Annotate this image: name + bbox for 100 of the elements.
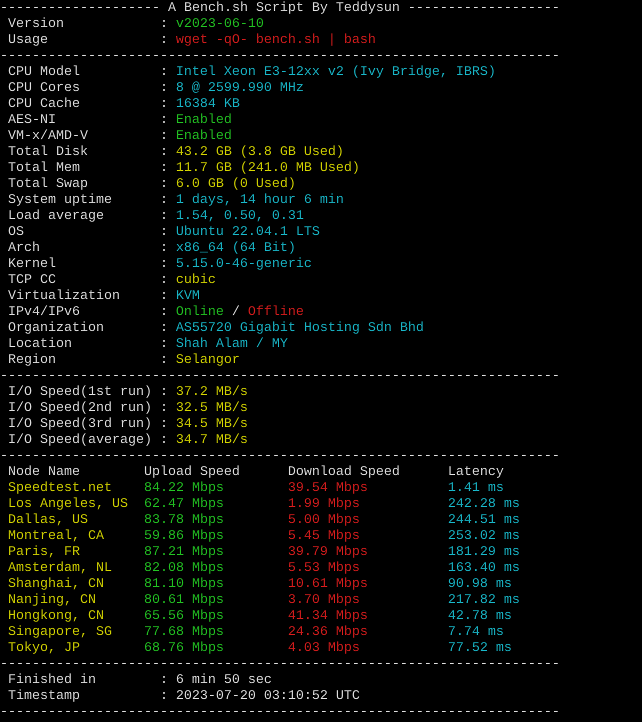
dashed-rule: ---------------------------------------------------------------------- bbox=[0, 705, 560, 721]
table-cell: 3.70 Mbps bbox=[288, 593, 360, 608]
table-cell: 62.47 Mbps bbox=[144, 497, 224, 512]
separator-colon: : bbox=[160, 417, 168, 433]
field-value: Enabled bbox=[176, 129, 232, 145]
table-cell: 217.82 ms bbox=[448, 593, 520, 608]
table-cell: 4.03 Mbps bbox=[288, 641, 360, 656]
field-value: 43.2 GB (3.8 GB Used) bbox=[176, 145, 344, 161]
separator-colon: : bbox=[160, 33, 168, 49]
column-header: Upload Speed bbox=[144, 465, 240, 480]
field-value: 1.54, 0.50, 0.31 bbox=[176, 209, 304, 225]
separator-colon: : bbox=[160, 321, 168, 337]
table-cell: 81.10 Mbps bbox=[144, 577, 224, 592]
table-cell: Tokyo, JP bbox=[8, 641, 80, 656]
field-value: 5.15.0-46-generic bbox=[176, 257, 312, 273]
field-value: 34.5 MB/s bbox=[176, 417, 248, 433]
field-label: Version bbox=[8, 17, 64, 32]
separator-colon: : bbox=[160, 433, 168, 449]
field-value: 6 min 50 sec bbox=[176, 673, 272, 689]
table-cell: 1.99 Mbps bbox=[288, 497, 360, 512]
table-cell: 41.34 Mbps bbox=[288, 609, 368, 624]
table-cell: 5.45 Mbps bbox=[288, 529, 360, 544]
separator-colon: : bbox=[160, 673, 168, 689]
field-label: Total Disk bbox=[8, 145, 88, 160]
separator-colon: : bbox=[160, 145, 168, 161]
field-value: 32.5 MB/s bbox=[176, 401, 248, 417]
table-cell: 80.61 Mbps bbox=[144, 593, 224, 608]
field-value: wget -qO- bench.sh | bash bbox=[176, 33, 376, 49]
field-label: Kernel bbox=[8, 257, 56, 272]
banner-title: -------------------- A Bench.sh Script By Teddysun ------------------- bbox=[0, 1, 560, 17]
table-cell: 163.40 ms bbox=[448, 561, 520, 576]
dashed-rule: ---------------------------------------------------------------------- bbox=[0, 369, 560, 385]
field-label: CPU Model bbox=[8, 65, 80, 80]
separator-colon: : bbox=[160, 209, 168, 225]
field-value: 34.7 MB/s bbox=[176, 433, 248, 449]
dashed-rule: ---------------------------------------------------------------------- bbox=[0, 657, 560, 673]
table-cell: 87.21 Mbps bbox=[144, 545, 224, 560]
table-cell: 39.79 Mbps bbox=[288, 545, 368, 560]
table-cell: Shanghai, CN bbox=[8, 577, 104, 592]
separator-colon: : bbox=[160, 129, 168, 145]
separator-colon: : bbox=[160, 97, 168, 113]
table-cell: 7.74 ms bbox=[448, 625, 504, 640]
dashed-rule: ---------------------------------------------------------------------- bbox=[0, 449, 560, 465]
table-cell: Nanjing, CN bbox=[8, 593, 96, 608]
field-label: Virtualization bbox=[8, 289, 120, 304]
separator-colon: : bbox=[160, 17, 168, 33]
separator-colon: : bbox=[160, 81, 168, 97]
separator-colon: : bbox=[160, 305, 168, 321]
field-label: Location bbox=[8, 337, 72, 352]
dashed-rule: ---------------------------------------------------------------------- bbox=[0, 49, 560, 65]
table-cell: 82.08 Mbps bbox=[144, 561, 224, 576]
field-label: Region bbox=[8, 353, 56, 368]
field-label: Timestamp bbox=[8, 689, 80, 704]
table-cell: 68.76 Mbps bbox=[144, 641, 224, 656]
field-value: Selangor bbox=[176, 353, 240, 369]
field-value: 2023-07-20 03:10:52 UTC bbox=[176, 689, 360, 705]
field-value: Offline bbox=[248, 305, 304, 321]
table-cell: 65.56 Mbps bbox=[144, 609, 224, 624]
field-label: TCP CC bbox=[8, 273, 56, 288]
separator-colon: : bbox=[160, 689, 168, 705]
separator-colon: : bbox=[160, 401, 168, 417]
field-label: Organization bbox=[8, 321, 104, 336]
field-value: cubic bbox=[176, 273, 216, 289]
field-value: Online bbox=[176, 305, 224, 321]
field-label: I/O Speed(2nd run) bbox=[8, 401, 152, 416]
table-cell: 90.98 ms bbox=[448, 577, 512, 592]
field-label: OS bbox=[8, 225, 24, 240]
table-cell: 5.53 Mbps bbox=[288, 561, 360, 576]
separator-colon: : bbox=[160, 161, 168, 177]
table-cell: 253.02 ms bbox=[448, 529, 520, 544]
field-value: 16384 KB bbox=[176, 97, 240, 113]
table-cell: 1.41 ms bbox=[448, 481, 504, 496]
field-value: Intel Xeon E3-12xx v2 (Ivy Bridge, IBRS) bbox=[176, 65, 496, 81]
field-label: Arch bbox=[8, 241, 40, 256]
field-label: Finished in bbox=[8, 673, 96, 688]
separator-colon: : bbox=[160, 65, 168, 81]
field-label: Usage bbox=[8, 33, 48, 48]
field-label: Total Mem bbox=[8, 161, 80, 176]
field-value: / bbox=[232, 305, 240, 321]
table-cell: 84.22 Mbps bbox=[144, 481, 224, 496]
separator-colon: : bbox=[160, 289, 168, 305]
table-cell: Hongkong, CN bbox=[8, 609, 104, 624]
field-value: Shah Alam / MY bbox=[176, 337, 288, 353]
field-label: I/O Speed(3rd run) bbox=[8, 417, 152, 432]
field-label: CPU Cores bbox=[8, 81, 80, 96]
separator-colon: : bbox=[160, 225, 168, 241]
field-value: AS55720 Gigabit Hosting Sdn Bhd bbox=[176, 321, 424, 337]
field-value: v2023-06-10 bbox=[176, 17, 264, 33]
field-label: IPv4/IPv6 bbox=[8, 305, 80, 320]
table-cell: Los Angeles, US bbox=[8, 497, 128, 512]
field-value: x86_64 (64 Bit) bbox=[176, 241, 296, 257]
field-value: 37.2 MB/s bbox=[176, 385, 248, 401]
separator-colon: : bbox=[160, 113, 168, 129]
table-cell: 42.78 ms bbox=[448, 609, 512, 624]
field-value: 8 @ 2599.990 MHz bbox=[176, 81, 304, 97]
separator-colon: : bbox=[160, 241, 168, 257]
field-label: VM-x/AMD-V bbox=[8, 129, 88, 144]
table-cell: Amsterdam, NL bbox=[8, 561, 112, 576]
column-header: Node Name bbox=[8, 465, 80, 480]
table-cell: 242.28 ms bbox=[448, 497, 520, 512]
